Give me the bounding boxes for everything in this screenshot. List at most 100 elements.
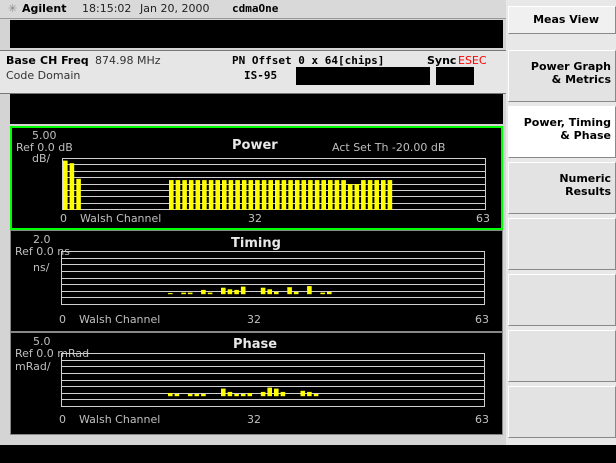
status-bar: ✳ Agilent 18:15:02 Jan 20, 2000 cdmaOne — [0, 0, 506, 19]
timing-x-end: 63 — [475, 313, 489, 326]
softkey-blank-5[interactable] — [508, 274, 616, 326]
sync-field-box — [436, 67, 474, 85]
power-bar — [334, 180, 340, 210]
phase-bar — [234, 394, 239, 397]
measurement-info: Base CH Freq 874.98 MHz Code Domain PN O… — [0, 50, 506, 94]
timing-bar — [307, 286, 312, 295]
power-threshold-label: Act Set Th -20.00 dB — [332, 141, 446, 154]
is95-label: IS-95 — [244, 69, 278, 82]
power-bar — [314, 180, 320, 210]
timing-panel[interactable]: Ref 0.0 ns 2.0 ns/ Timing 0 Walsh Channe… — [10, 230, 503, 332]
phase-bar — [280, 391, 286, 397]
bottom-status-bar — [0, 445, 616, 463]
power-bar — [347, 184, 353, 210]
power-bar — [63, 160, 68, 210]
timing-bar — [201, 289, 206, 295]
phase-x-axis-label: Walsh Channel — [79, 413, 161, 426]
power-bar — [281, 180, 287, 210]
phase-bar — [201, 394, 206, 397]
timing-scale-label: 2.0 — [33, 233, 51, 246]
phase-bar — [313, 394, 319, 397]
power-bar — [255, 180, 260, 210]
timing-bar — [187, 292, 193, 295]
timing-chart — [61, 251, 485, 305]
power-unit-label: dB/ — [32, 152, 51, 165]
phase-x-mid: 32 — [247, 413, 261, 426]
brand-label: Agilent — [22, 2, 67, 15]
power-bar — [361, 180, 366, 210]
phase-panel[interactable]: Ref 0.0 mRad 5.0 mRad/ Phase 0 Walsh Cha… — [10, 332, 503, 435]
timing-grid — [61, 251, 485, 305]
power-grid — [62, 158, 486, 210]
timing-bar — [227, 289, 233, 295]
power-bar — [268, 180, 273, 210]
power-bar — [374, 180, 379, 210]
softkey-blank-6[interactable] — [508, 330, 616, 382]
softkey-power-graph[interactable]: Power Graph & Metrics — [508, 50, 616, 102]
timing-bar — [260, 287, 266, 295]
softkey-blank-7[interactable] — [508, 386, 616, 438]
timing-bar — [168, 293, 173, 295]
power-bar — [195, 180, 201, 210]
phase-x-start: 0 — [59, 413, 66, 426]
timing-bar — [240, 286, 246, 295]
phase-grid — [61, 353, 485, 407]
power-bar — [308, 180, 313, 210]
power-bar — [188, 180, 194, 210]
softkey-blank-4[interactable] — [508, 218, 616, 270]
date-label: Jan 20, 2000 — [140, 2, 210, 15]
power-bar — [328, 180, 333, 210]
power-title: Power — [232, 138, 278, 153]
softkey-numeric-results[interactable]: Numeric Results — [508, 162, 616, 214]
ch-freq-value: 874.98 MHz — [95, 54, 161, 67]
phase-unit-label: mRad/ — [15, 360, 51, 373]
power-bar — [367, 180, 373, 210]
sync-value: ESEC — [458, 54, 487, 67]
phase-bar — [307, 391, 312, 397]
power-panel[interactable]: Ref 0.0 dB 5.00 dB/ Power Act Set Th -20… — [10, 126, 503, 230]
power-x-start: 0 — [60, 212, 67, 225]
code-domain-label: Code Domain — [6, 69, 81, 82]
phase-bar — [227, 391, 233, 397]
power-x-axis-label: Walsh Channel — [80, 212, 162, 225]
power-bar — [248, 180, 254, 210]
phase-bar — [247, 393, 253, 397]
phase-chart — [61, 353, 485, 407]
phase-bar — [267, 387, 272, 397]
power-scale-label: 5.00 — [32, 129, 57, 142]
timing-bars — [168, 286, 332, 295]
softkey-menu-title: Meas View — [508, 6, 616, 34]
info-field-box — [296, 67, 430, 85]
phase-bar — [221, 388, 226, 397]
standard-label: cdmaOne — [232, 2, 279, 15]
timing-bar — [274, 292, 279, 295]
power-bar — [235, 180, 240, 210]
power-bar — [228, 180, 234, 210]
softkey-menu: Meas View Power Graph & Metrics Power, T… — [506, 0, 616, 445]
timing-bar — [327, 292, 332, 295]
phase-bar — [194, 394, 200, 397]
power-chart — [62, 158, 486, 210]
phase-bar — [168, 393, 173, 397]
power-x-mid: 32 — [248, 212, 262, 225]
timing-bar — [287, 287, 292, 295]
power-x-end: 63 — [476, 212, 490, 225]
power-bar — [321, 180, 326, 210]
softkey-label-line2: & Phase — [560, 129, 611, 142]
phase-bar — [274, 388, 279, 397]
timing-bar — [207, 292, 213, 295]
power-bar — [202, 180, 207, 210]
softkey-label-line1: Numeric — [559, 172, 611, 185]
power-bar — [215, 180, 220, 210]
message-bar — [10, 20, 503, 48]
base-label: Base — [6, 54, 36, 67]
timing-bar — [267, 289, 272, 295]
power-bar — [175, 180, 181, 210]
phase-bar — [174, 394, 180, 397]
phase-bar — [260, 391, 266, 397]
softkey-power-timing-phase[interactable]: Power, Timing & Phase — [508, 106, 616, 158]
power-bar — [288, 180, 293, 210]
power-bar — [169, 180, 174, 210]
phase-bar — [240, 394, 246, 397]
timing-bar — [221, 287, 226, 295]
